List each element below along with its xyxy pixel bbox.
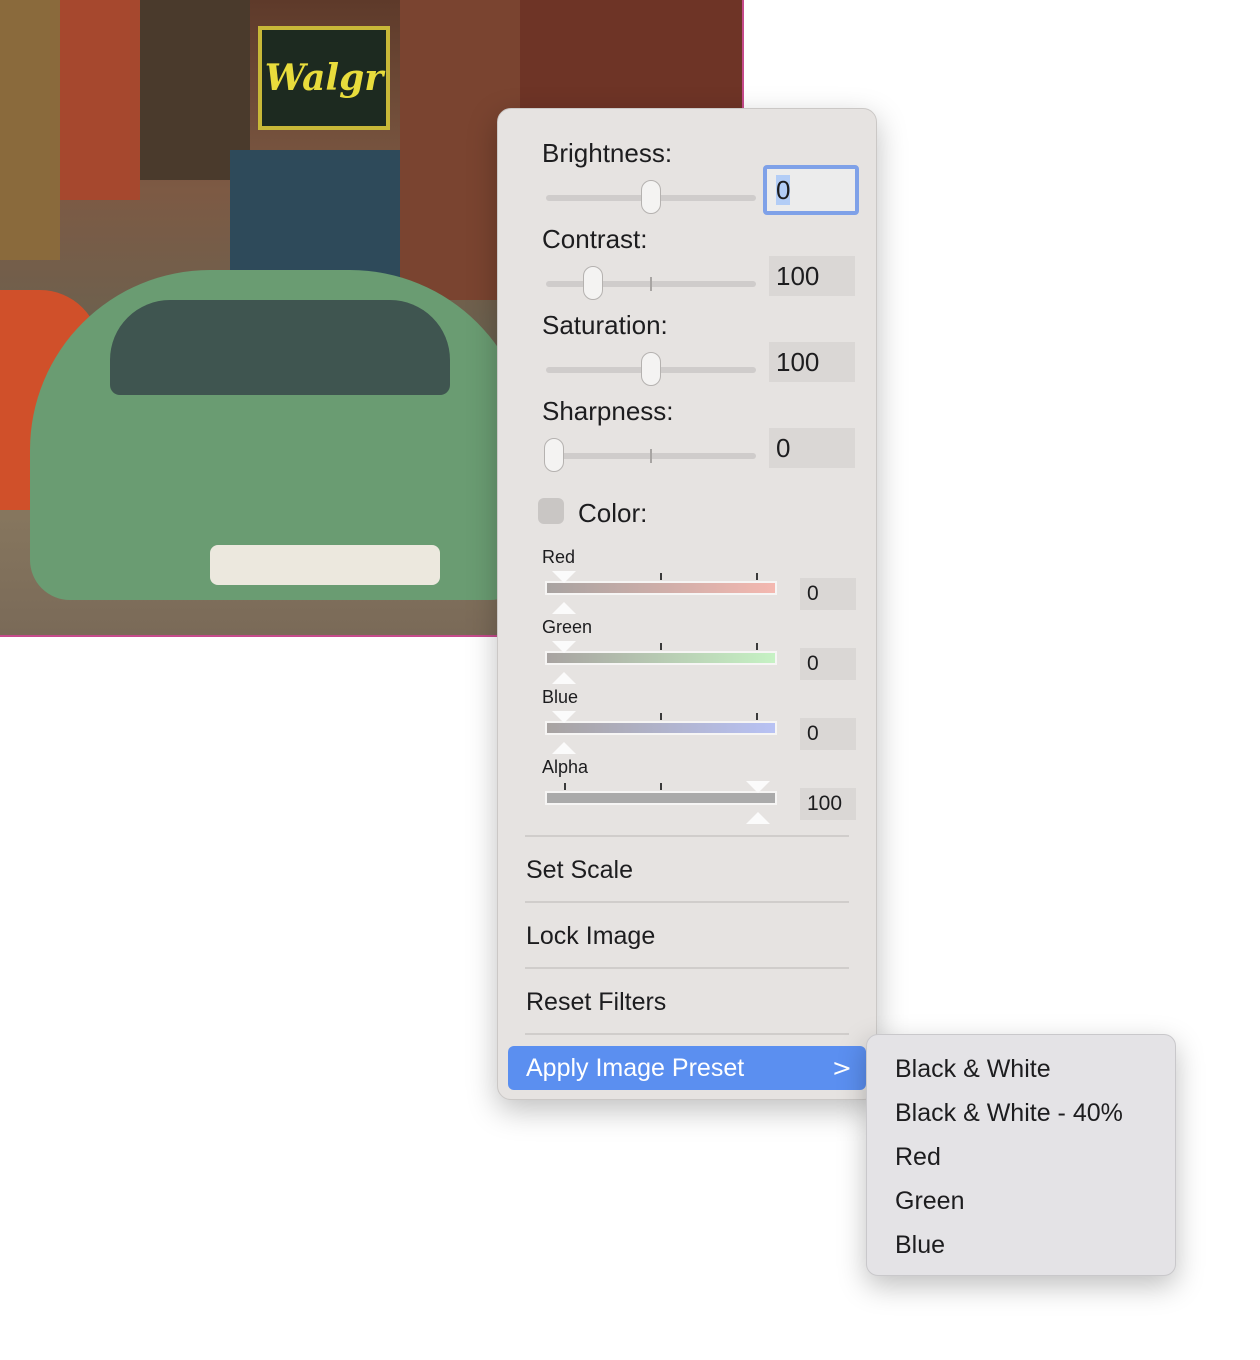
car-bumper: [210, 545, 440, 585]
lock-image-item[interactable]: Lock Image: [508, 914, 866, 958]
blue-min-handle[interactable]: [552, 742, 576, 754]
menu-separator: [525, 901, 849, 903]
blue-channel-slider[interactable]: [545, 721, 777, 735]
car-window: [110, 300, 450, 395]
saturation-slider-knob[interactable]: [641, 352, 661, 386]
contrast-label: Contrast:: [542, 224, 648, 254]
building-red: [60, 0, 140, 200]
storefront: [230, 150, 400, 290]
green-tick-mid: [660, 643, 662, 650]
preset-green[interactable]: Green: [867, 1179, 1175, 1223]
menu-separator: [525, 1033, 849, 1035]
green-channel-label: Green: [542, 617, 593, 637]
green-min-handle[interactable]: [552, 672, 576, 684]
alpha-tick-mid: [660, 783, 662, 790]
alpha-tick-start: [564, 783, 566, 790]
alpha-min-handle[interactable]: [746, 812, 770, 824]
blue-tick-mid: [660, 713, 662, 720]
brightness-slider-knob[interactable]: [641, 180, 661, 214]
set-scale-item[interactable]: Set Scale: [508, 848, 866, 892]
menu-separator: [525, 967, 849, 969]
reset-filters-item[interactable]: Reset Filters: [508, 980, 866, 1024]
store-sign: Walgr: [258, 26, 390, 130]
sharpness-slider-knob[interactable]: [544, 438, 564, 472]
saturation-label: Saturation:: [542, 310, 668, 340]
green-channel-input[interactable]: 0: [800, 648, 856, 680]
menu-separator: [525, 835, 849, 837]
sharpness-input[interactable]: 0: [769, 428, 855, 468]
apply-image-preset-item[interactable]: Apply Image Preset >: [508, 1046, 866, 1090]
alpha-channel-input[interactable]: 100: [800, 788, 856, 820]
red-channel-label: Red: [542, 547, 576, 567]
red-max-handle[interactable]: [552, 571, 576, 583]
red-channel-slider[interactable]: [545, 581, 777, 595]
preset-black-white-40[interactable]: Black & White - 40%: [867, 1091, 1175, 1135]
building-left: [0, 0, 60, 260]
preset-black-white[interactable]: Black & White: [867, 1047, 1175, 1091]
blue-channel-input[interactable]: 0: [800, 718, 856, 750]
blue-max-handle[interactable]: [552, 711, 576, 723]
building-far: [520, 0, 742, 110]
contrast-input[interactable]: 100: [769, 256, 855, 296]
sharpness-label: Sharpness:: [542, 396, 674, 426]
sharpness-center-tick: [650, 449, 652, 463]
red-tick-mid: [660, 573, 662, 580]
brightness-input[interactable]: 0: [763, 165, 859, 215]
saturation-input[interactable]: 100: [769, 342, 855, 382]
image-adjust-menu: Brightness: 0 Contrast: 100 Saturation: …: [497, 108, 877, 1100]
alpha-max-handle[interactable]: [746, 781, 770, 793]
preset-blue[interactable]: Blue: [867, 1223, 1175, 1267]
red-channel-input[interactable]: 0: [800, 578, 856, 610]
alpha-channel-slider[interactable]: [545, 791, 777, 805]
contrast-slider-knob[interactable]: [583, 266, 603, 300]
contrast-center-tick: [650, 277, 652, 291]
blue-channel-label: Blue: [542, 687, 579, 707]
red-tick-end: [756, 573, 758, 580]
red-min-handle[interactable]: [552, 602, 576, 614]
preset-red[interactable]: Red: [867, 1135, 1175, 1179]
green-channel-slider[interactable]: [545, 651, 777, 665]
apply-image-preset-label: Apply Image Preset: [526, 1054, 745, 1082]
brightness-label: Brightness:: [542, 138, 673, 168]
green-max-handle[interactable]: [552, 641, 576, 653]
image-preset-submenu: Black & White Black & White - 40% Red Gr…: [866, 1034, 1176, 1276]
color-label: Color:: [578, 498, 648, 528]
blue-tick-end: [756, 713, 758, 720]
chevron-right-icon: >: [831, 1054, 852, 1082]
green-tick-end: [756, 643, 758, 650]
alpha-channel-label: Alpha: [542, 757, 589, 777]
color-checkbox[interactable]: [538, 498, 564, 524]
